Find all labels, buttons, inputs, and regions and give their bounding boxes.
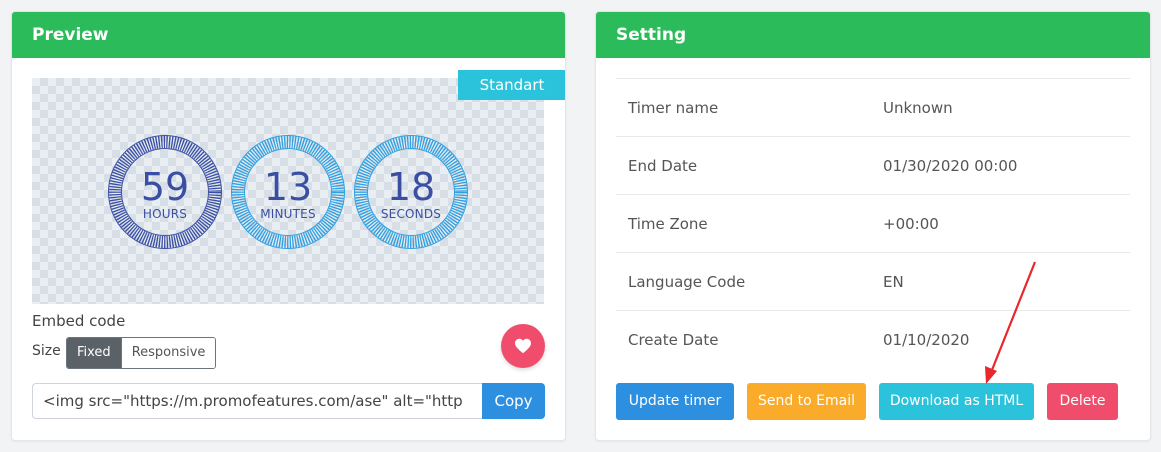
favorite-button[interactable] [501, 324, 545, 368]
copy-button[interactable]: Copy [482, 383, 545, 419]
update-timer-button[interactable]: Update timer [616, 383, 734, 420]
minutes-ring: 13 MINUTES [230, 134, 346, 250]
embed-code-input[interactable] [32, 383, 482, 419]
size-fixed-button[interactable]: Fixed [67, 338, 121, 368]
seconds-ring: 18 SECONDS [353, 134, 469, 250]
row-value: Unknown [883, 98, 953, 117]
settings-table: Timer name Unknown End Date 01/30/2020 0… [616, 78, 1130, 368]
row-label: Language Code [628, 272, 746, 291]
table-row: End Date 01/30/2020 00:00 [616, 136, 1130, 194]
preview-panel: Preview 59 HOURS 13 MINUTES 18 SECONDS S… [11, 11, 566, 441]
preview-header: Preview [12, 12, 565, 58]
setting-panel: Setting Timer name Unknown End Date 01/3… [595, 11, 1151, 441]
minutes-label: MINUTES [260, 207, 316, 221]
table-row: Timer name Unknown [616, 78, 1130, 136]
table-row: Time Zone +00:00 [616, 194, 1130, 252]
size-label: Size [32, 343, 61, 359]
delete-button[interactable]: Delete [1047, 383, 1118, 420]
seconds-label: SECONDS [380, 207, 442, 221]
table-row: Language Code EN [616, 252, 1130, 310]
heart-icon [515, 338, 531, 354]
row-value: EN [883, 272, 904, 291]
row-label: End Date [628, 156, 698, 175]
row-label: Create Date [628, 330, 719, 349]
annotation-arrow-icon [985, 261, 1037, 384]
send-email-button[interactable]: Send to Email [747, 383, 866, 420]
row-label: Timer name [628, 98, 719, 117]
row-value: +00:00 [883, 214, 939, 233]
template-badge[interactable]: Standart [458, 70, 565, 100]
embed-code-label: Embed code [32, 312, 126, 330]
row-label: Time Zone [628, 214, 708, 233]
row-value: 01/10/2020 [883, 330, 970, 349]
hours-value: 59 [140, 165, 190, 209]
table-row: Create Date 01/10/2020 [616, 310, 1130, 368]
size-toggle: Fixed Responsive [66, 337, 217, 369]
size-responsive-button[interactable]: Responsive [120, 338, 216, 368]
minutes-value: 13 [263, 165, 313, 209]
hours-label: HOURS [142, 207, 188, 221]
timer-preview: 59 HOURS 13 MINUTES 18 SECONDS [32, 78, 544, 304]
hours-ring: 59 HOURS [107, 134, 223, 250]
row-value: 01/30/2020 00:00 [883, 156, 1018, 175]
seconds-value: 18 [386, 165, 436, 209]
setting-header: Setting [596, 12, 1150, 58]
